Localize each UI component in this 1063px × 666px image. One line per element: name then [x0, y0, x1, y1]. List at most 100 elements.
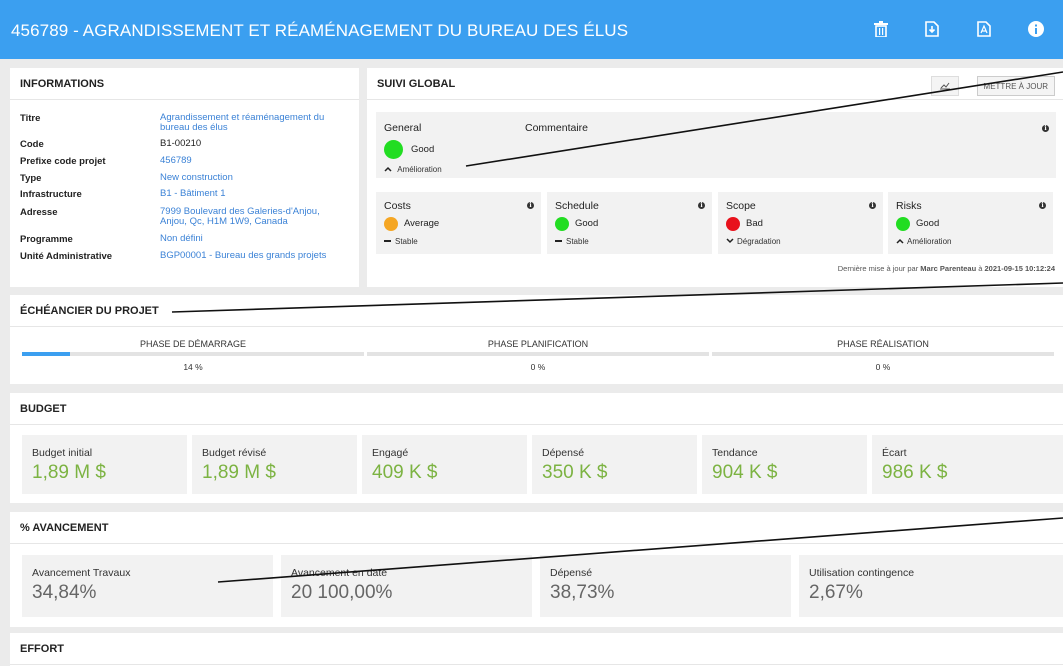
indicator-trend: Stable — [384, 237, 418, 246]
phase-percent: 0 % — [875, 362, 891, 372]
download-file-icon[interactable] — [921, 18, 943, 40]
last-update-prefix: Dernière mise à jour par — [837, 264, 919, 273]
metric-label: Dépensé — [550, 567, 593, 579]
metric-value: 904 K $ — [712, 462, 778, 483]
chevron-down-icon — [726, 238, 734, 244]
chart-button[interactable] — [931, 76, 959, 96]
chevron-up-icon — [384, 166, 392, 172]
status-dot — [384, 217, 398, 231]
chevron-up-icon — [896, 238, 904, 244]
indicator-status: Bad — [746, 218, 763, 229]
indicator-trend: Dégradation — [726, 237, 781, 246]
metric-value: 2,67% — [809, 582, 863, 603]
info-key: Type — [20, 173, 42, 184]
phase-progress-bar — [367, 352, 709, 356]
indicator-status: Good — [916, 218, 940, 229]
metric-label: Tendance — [712, 447, 758, 459]
echeancier-card: ÉCHÉANCIER DU PROJET PHASE DE DÉMARRAGE 1… — [10, 295, 1063, 384]
general-trend: Amélioration — [384, 165, 442, 174]
general-trend-text: Amélioration — [397, 165, 442, 174]
info-programme-link[interactable]: Non défini — [160, 234, 345, 244]
budget-metric: Engagé 409 K $ — [362, 435, 527, 494]
metric-label: Avancement Travaux — [32, 567, 131, 579]
info-key: Adresse — [20, 207, 58, 218]
indicator-trend-text: Stable — [566, 237, 589, 246]
avancement-card: % AVANCEMENT Avancement Travaux 34,84% Av… — [10, 512, 1063, 627]
info-key: Prefixe code projet — [20, 156, 106, 167]
pdf-icon[interactable] — [973, 18, 995, 40]
info-key: Unité Administrative — [20, 251, 113, 262]
indicator-trend-text: Stable — [395, 237, 418, 246]
indicator-trend: Stable — [555, 237, 589, 246]
metric-label: Budget révisé — [202, 447, 267, 459]
info-prefix-link[interactable]: 456789 — [160, 156, 345, 166]
indicator-label: Schedule — [555, 200, 599, 212]
indicator-trend-text: Dégradation — [737, 237, 781, 246]
info-unit-link[interactable]: BGP00001 - Bureau des grands projets — [160, 251, 345, 261]
metric-value: 1,89 M $ — [202, 462, 276, 483]
metric-value: 409 K $ — [372, 462, 438, 483]
metric-label: Écart — [882, 447, 907, 459]
indicator-label: Risks — [896, 200, 922, 212]
indicator-info-icon[interactable]: i — [869, 202, 876, 209]
indicator-label: Costs — [384, 200, 411, 212]
avancement-metric: Dépensé 38,73% — [540, 555, 791, 617]
info-key: Code — [20, 139, 44, 150]
phase-progress-fill — [22, 352, 70, 356]
info-title-link[interactable]: Agrandissement et réaménagement du burea… — [160, 113, 345, 133]
dash-icon — [384, 240, 391, 242]
indicator-box-costs: Costs i Average Stable — [376, 192, 541, 254]
budget-metric: Dépensé 350 K $ — [532, 435, 697, 494]
budget-card: BUDGET Budget initial 1,89 M $ Budget rév… — [10, 393, 1063, 503]
budget-metric: Tendance 904 K $ — [702, 435, 867, 494]
budget-metric: Budget initial 1,89 M $ — [22, 435, 187, 494]
general-status-text: Good — [411, 144, 435, 155]
budget-metric: Écart 986 K $ — [872, 435, 1063, 494]
last-update-user: Marc Parenteau — [920, 264, 977, 273]
info-infrastructure-link[interactable]: B1 - Bâtiment 1 — [160, 189, 345, 199]
last-update-date: 2021-09-15 10:12:24 — [984, 264, 1055, 273]
avancement-metric: Utilisation contingence 2,67% — [799, 555, 1063, 617]
metric-label: Engagé — [372, 447, 409, 459]
indicator-info-icon[interactable]: i — [698, 202, 705, 209]
trash-icon[interactable] — [870, 18, 892, 40]
indicator-box-scope: Scope i Bad Dégradation — [718, 192, 883, 254]
info-icon[interactable] — [1025, 18, 1047, 40]
informations-card: INFORMATIONS Titre Agrandissement et réa… — [10, 68, 359, 287]
avancement-title: % AVANCEMENT — [10, 512, 1063, 544]
budget-metric: Budget révisé 1,89 M $ — [192, 435, 357, 494]
indicator-status: Good — [575, 218, 599, 229]
status-dot — [896, 217, 910, 231]
phase-label: PHASE DE DÉMARRAGE — [139, 339, 247, 349]
indicator-info-icon[interactable]: i — [527, 202, 534, 209]
indicator-box-risks: Risks i Good Amélioration — [888, 192, 1053, 254]
informations-title: INFORMATIONS — [10, 68, 359, 100]
indicator-status: Average — [404, 218, 440, 229]
metric-value: 350 K $ — [542, 462, 608, 483]
chart-icon — [940, 82, 950, 90]
metric-value: 38,73% — [550, 582, 615, 603]
indicator-trend: Amélioration — [896, 237, 951, 246]
top-bar: 456789 - AGRANDISSEMENT ET RÉAMÉNAGEMENT… — [0, 0, 1063, 59]
info-key: Titre — [20, 113, 41, 124]
metric-label: Avancement en date — [291, 567, 388, 579]
phase-percent: 14 % — [183, 362, 203, 372]
general-label: General — [384, 122, 422, 134]
indicator-trend-text: Amélioration — [907, 237, 952, 246]
indicator-label: Scope — [726, 200, 756, 212]
effort-card: EFFORT — [10, 633, 1063, 666]
info-key: Programme — [20, 234, 73, 245]
info-address-link[interactable]: 7999 Boulevard des Galeries-d'Anjou, Anj… — [160, 207, 345, 227]
info-type-link[interactable]: New construction — [160, 173, 345, 183]
status-dot — [726, 217, 740, 231]
update-button[interactable]: METTRE À JOUR — [976, 76, 1055, 96]
comment-label: Commentaire — [525, 122, 589, 134]
indicator-box-schedule: Schedule i Good Stable — [547, 192, 712, 254]
echeancier-title: ÉCHÉANCIER DU PROJET — [10, 295, 1063, 327]
last-update-mid: à — [978, 264, 983, 273]
dash-icon — [555, 240, 562, 242]
general-info-icon[interactable]: i — [1042, 125, 1049, 132]
info-key: Infrastructure — [20, 189, 82, 200]
avancement-metric: Avancement en date 20 100,00% — [281, 555, 532, 617]
indicator-info-icon[interactable]: i — [1039, 202, 1046, 209]
